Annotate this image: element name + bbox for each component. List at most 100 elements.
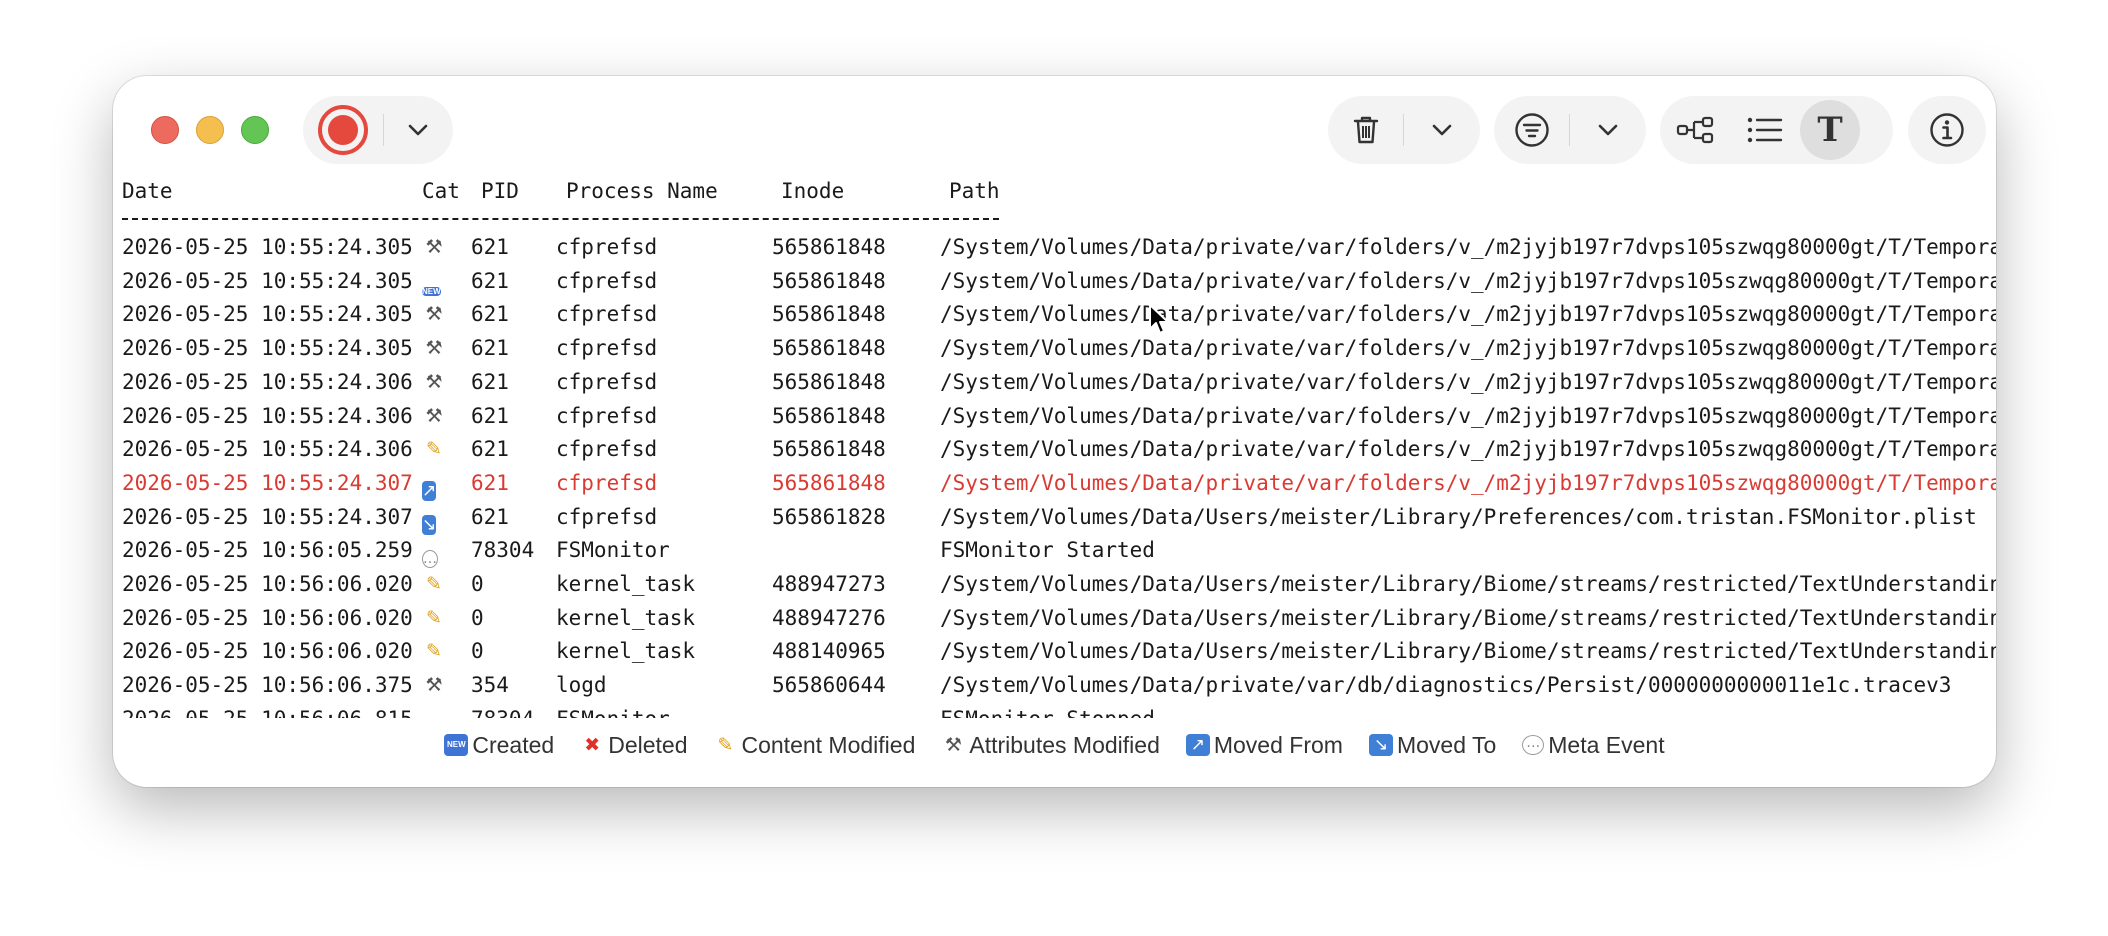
cell-process-name: FSMonitor [556,538,670,563]
table-row[interactable]: 2026-05-25 10:55:24.307 621 cfprefsd 565861… [113,466,1996,501]
legend-label: Meta Event [1548,731,1665,758]
attributes-modified-icon: ⚒ [425,674,443,697]
cell-date: 2026-05-25 10:56:06.375 [122,673,413,698]
cell-inode: 488140965 [772,639,886,664]
header-path[interactable]: Path [949,176,1000,208]
attributes-modified-icon: ⚒ [425,404,443,427]
attributes-modified-icon: ⚒ [425,236,443,258]
table-row[interactable]: 2026-05-25 10:56:06.020 0 kernel_task 48894… [113,567,1996,601]
cell-inode: 565861848 [772,470,886,495]
cell-pid: 621 [471,437,509,462]
legend-item-meta-event: … Meta Event [1522,731,1665,759]
trash-icon [1353,116,1378,144]
legend-item-created: NEW Created [444,732,554,759]
table-row[interactable]: 2026-05-25 10:56:06.375 354 logd 565860644 /… [113,668,1996,702]
cell-pid: 621 [471,504,509,529]
cell-inode: 565861848 [772,336,886,361]
table-row[interactable]: 2026-05-25 10:55:24.305 621 cfprefsd 565861… [113,230,1996,264]
header-cat[interactable]: Cat [422,176,460,208]
meta-event-icon: … [1522,735,1545,755]
moved-to-icon: ↘ [422,514,437,535]
cell-path: /System/Volumes/Data/private/var/folders… [940,336,1996,361]
table-header: Date Cat PID Process Name Inode Path [113,176,1996,214]
table-row[interactable]: 2026-05-25 10:55:24.305 621 cfprefsd 565861… [113,264,1996,298]
cell-pid: 621 [471,235,509,259]
deleted-icon: ✖ [584,734,601,756]
cell-date: 2026-05-25 10:56:06.020 [122,639,413,664]
header-date[interactable]: Date [122,176,173,208]
cell-inode: 565861848 [772,369,886,394]
cell-category: NEW [422,270,446,296]
cell-path: /System/Volumes/Data/Users/meister/Libra… [940,639,1996,664]
cell-pid: 0 [471,605,484,630]
table-row[interactable]: 2026-05-25 10:55:24.305 621 cfprefsd 565861… [113,331,1996,365]
list-view-button[interactable] [1730,96,1800,164]
table-row[interactable]: 2026-05-25 10:56:06.815 78304 FSMonitor FSM… [113,702,1996,718]
graph-view-button[interactable] [1660,96,1730,164]
content-modified-icon: ✎ [426,606,442,629]
cell-category: ⚒ [422,371,446,393]
filter-options-button[interactable] [1570,96,1645,164]
attributes-modified-icon: ⚒ [425,337,443,360]
cell-pid: 621 [471,403,509,428]
cell-path: /System/Volumes/Data/private/var/folders… [940,369,1996,394]
cell-category: ⚒ [422,674,446,696]
header-inode[interactable]: Inode [781,176,844,208]
cell-inode: 488947273 [772,572,886,596]
info-icon [1930,113,1964,147]
table-row[interactable]: 2026-05-25 10:55:24.306 621 cfprefsd 565861… [113,399,1996,433]
cell-path: FSMonitor Started [940,538,1155,563]
cell-category: ⚒ [422,236,446,258]
table-row[interactable]: 2026-05-25 10:55:24.307 621 cfprefsd 565861… [113,500,1996,535]
legend-item-attributes-modified: ⚒ Attributes Modified [941,732,1160,759]
table-row[interactable]: 2026-05-25 10:56:05.259 78304 FSMonitor FSM… [113,533,1996,569]
table-row[interactable]: 2026-05-25 10:55:24.306 621 cfprefsd 565861… [113,432,1996,466]
cell-process-name: cfprefsd [556,437,658,462]
attributes-modified-icon: ⚒ [425,370,443,393]
record-button[interactable] [303,96,383,164]
text-view-button[interactable]: T [1800,100,1860,160]
cell-date: 2026-05-25 10:56:05.259 [122,538,413,563]
cell-pid: 78304 [471,702,534,718]
list-icon [1747,117,1783,143]
legend-label: Created [472,731,555,758]
cell-category: ✎ [422,607,446,629]
info-button[interactable] [1908,96,1986,164]
cell-path: /System/Volumes/Data/private/var/folders… [940,403,1996,428]
table-row[interactable]: 2026-05-25 10:55:24.306 621 cfprefsd 565861… [113,365,1996,399]
record-options-button[interactable] [384,96,452,164]
header-pid[interactable]: PID [481,176,519,208]
cell-pid: 621 [471,336,509,361]
zoom-window-button[interactable] [241,116,269,144]
table-row[interactable]: 2026-05-25 10:56:06.020 0 kernel_task 48814… [113,634,1996,668]
cell-process-name: cfprefsd [556,504,658,529]
attributes-modified-icon: ⚒ [944,734,962,756]
filter-button[interactable] [1494,96,1569,164]
cell-pid: 621 [471,268,509,293]
category-legend: NEW Created ✖ Deleted ✎ Content Modified ⚒ Attr… [113,724,1996,766]
cell-category: ✎ [422,438,446,460]
table-row[interactable]: 2026-05-25 10:55:24.305 621 cfprefsd 565861… [113,297,1996,331]
event-log-table[interactable]: Date Cat PID Process Name Inode Path 202… [113,176,1996,718]
clear-log-button[interactable] [1328,96,1403,164]
close-window-button[interactable] [151,116,179,144]
cell-inode: 565861848 [772,268,886,293]
header-process-name[interactable]: Process Name [566,176,718,208]
cell-category: ⚒ [422,405,446,427]
cell-path: /System/Volumes/Data/private/var/folders… [940,268,1996,293]
cell-date: 2026-05-25 10:56:06.020 [122,605,413,630]
cell-inode: 488947276 [772,605,886,630]
cell-path: /System/Volumes/Data/private/var/folders… [940,302,1996,327]
minimize-window-button[interactable] [196,116,224,144]
created-icon: NEW [444,734,469,756]
clear-control-group [1328,96,1480,164]
cell-date: 2026-05-25 10:55:24.305 [122,235,413,259]
cell-process-name: cfprefsd [556,403,658,428]
legend-item-content-modified: ✎ Content Modified [713,732,916,759]
legend-item-deleted: ✖ Deleted [580,732,687,759]
attributes-modified-icon: ⚒ [425,303,443,326]
cell-date: 2026-05-25 10:55:24.307 [122,504,413,529]
clear-options-button[interactable] [1404,96,1479,164]
table-row[interactable]: 2026-05-25 10:56:06.020 0 kernel_task 48894… [113,601,1996,635]
cell-date: 2026-05-25 10:55:24.305 [122,268,413,293]
